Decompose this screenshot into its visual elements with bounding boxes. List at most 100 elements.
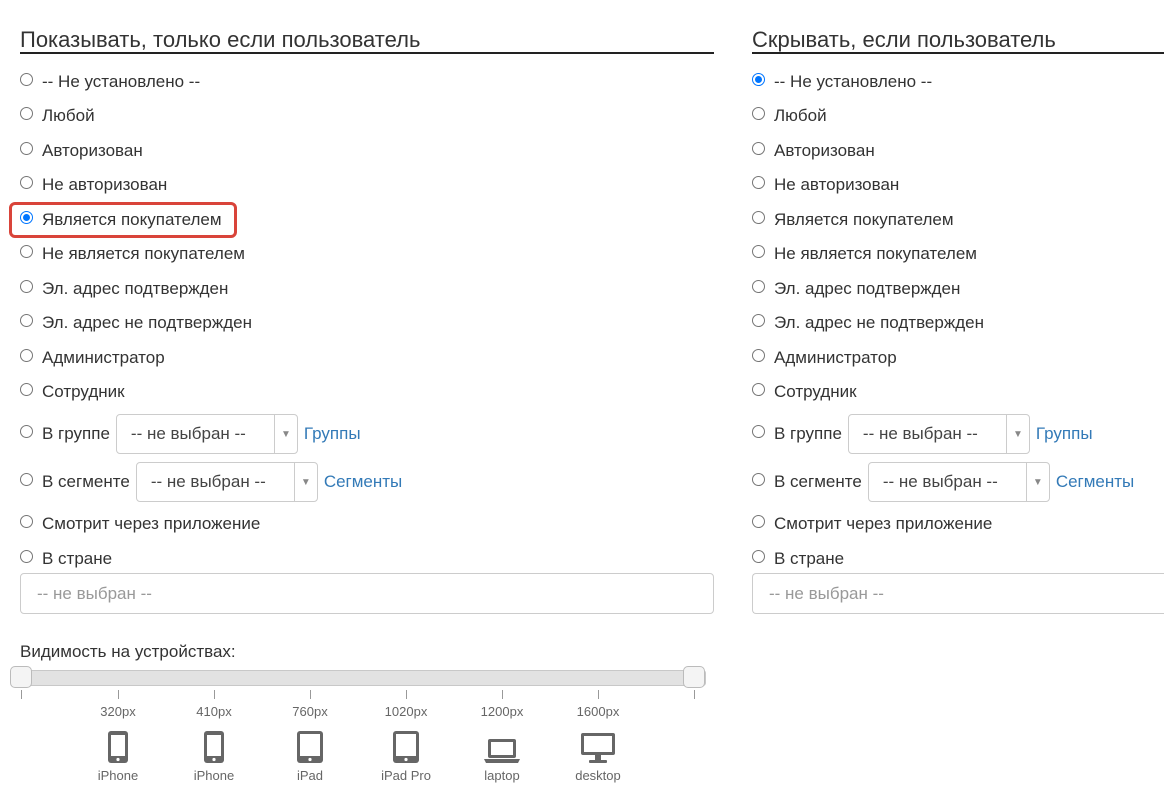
segment-select[interactable]: -- не выбран -- ▼ <box>135 462 318 502</box>
country-select[interactable]: -- не выбран -- <box>752 573 1164 614</box>
radio-option[interactable]: Сотрудник <box>752 380 857 404</box>
group-select[interactable]: -- не выбран -- ▼ <box>115 414 298 454</box>
radio-option[interactable]: Эл. адрес подтвержден <box>752 277 960 301</box>
radio-button[interactable] <box>20 72 33 86</box>
radio-option[interactable]: Любой <box>20 104 95 128</box>
slider-tick <box>310 690 311 699</box>
segments-link[interactable]: Сегменты <box>324 472 402 492</box>
groups-link[interactable]: Группы <box>1036 424 1093 444</box>
slider-tick <box>118 690 119 699</box>
radio-label: Любой <box>774 106 827 125</box>
device-laptop: 1200px laptop <box>462 704 542 783</box>
radio-button[interactable] <box>20 313 33 327</box>
radio-option[interactable]: Смотрит через приложение <box>20 512 260 536</box>
radio-option-group[interactable]: В группе -- не выбран -- ▼ Группы <box>20 413 361 455</box>
chevron-down-icon[interactable]: ▼ <box>273 415 297 453</box>
radio-option[interactable]: Не является покупателем <box>752 242 977 266</box>
radio-button[interactable] <box>20 244 33 258</box>
device-name: desktop <box>575 768 621 783</box>
radio-button[interactable] <box>752 472 765 486</box>
radio-button[interactable] <box>752 141 765 155</box>
radio-button[interactable] <box>752 244 765 258</box>
desktop-icon <box>558 726 638 764</box>
country-select[interactable]: -- не выбран -- <box>20 573 714 614</box>
groups-link[interactable]: Группы <box>304 424 361 444</box>
radio-button[interactable] <box>20 348 33 362</box>
radio-option[interactable]: Не авторизован <box>752 173 899 197</box>
radio-option[interactable]: Авторизован <box>20 139 143 163</box>
highlight-frame <box>9 202 237 238</box>
title-divider <box>752 52 1164 54</box>
radio-label: Сотрудник <box>774 382 857 401</box>
radio-label: Эл. адрес подтвержден <box>42 279 229 298</box>
radio-button[interactable] <box>752 210 765 224</box>
radio-label: В группе <box>774 424 842 443</box>
chevron-down-icon[interactable]: ▼ <box>293 463 317 501</box>
device-width-label: 1200px <box>480 704 524 719</box>
radio-label: Эл. адрес подтвержден <box>774 279 961 298</box>
radio-option[interactable]: Администратор <box>752 346 897 370</box>
radio-label: -- Не установлено -- <box>42 72 201 91</box>
laptop-icon <box>462 726 542 764</box>
radio-button-checked[interactable] <box>752 72 765 86</box>
device-iphone-large: 410px iPhone <box>174 704 254 783</box>
segment-select[interactable]: -- не выбран -- ▼ <box>867 462 1050 502</box>
radio-button[interactable] <box>752 313 765 327</box>
radio-option-segment[interactable]: В сегменте -- не выбран -- ▼ Сегменты <box>752 461 1134 503</box>
radio-label: -- Не установлено -- <box>774 72 933 91</box>
radio-button[interactable] <box>20 514 33 528</box>
radio-option[interactable]: В стране <box>20 547 112 571</box>
radio-option[interactable]: Является покупателем <box>752 208 954 232</box>
chevron-down-icon[interactable]: ▼ <box>1025 463 1049 501</box>
radio-option[interactable]: В стране <box>752 547 844 571</box>
radio-option[interactable]: Эл. адрес не подтвержден <box>20 311 252 335</box>
radio-button[interactable] <box>752 382 765 396</box>
radio-button[interactable] <box>20 175 33 189</box>
radio-option[interactable]: Смотрит через приложение <box>752 512 992 536</box>
radio-option[interactable]: Эл. адрес подтвержден <box>20 277 228 301</box>
slider-tick <box>502 690 503 699</box>
device-iphone-small: 320px iPhone <box>78 704 158 783</box>
radio-button[interactable] <box>20 424 33 438</box>
radio-button[interactable] <box>752 106 765 120</box>
radio-button[interactable] <box>20 382 33 396</box>
radio-option-selected[interactable]: -- Не установлено -- <box>752 70 932 94</box>
device-width-label: 1020px <box>384 704 428 719</box>
phone-icon <box>174 726 254 764</box>
radio-option-group[interactable]: В группе -- не выбран -- ▼ Группы <box>752 413 1093 455</box>
radio-option[interactable]: Не авторизован <box>20 173 167 197</box>
radio-label: Администратор <box>42 348 165 367</box>
radio-button[interactable] <box>20 472 33 486</box>
radio-option-segment[interactable]: В сегменте -- не выбран -- ▼ Сегменты <box>20 461 402 503</box>
device-range-slider[interactable] <box>20 670 706 686</box>
chevron-down-icon[interactable]: ▼ <box>1005 415 1029 453</box>
device-width-label: 410px <box>196 704 232 719</box>
radio-button[interactable] <box>20 549 33 563</box>
group-select[interactable]: -- не выбран -- ▼ <box>847 414 1030 454</box>
slider-handle-min[interactable] <box>10 666 32 688</box>
radio-option[interactable]: Не является покупателем <box>20 242 245 266</box>
radio-label: Не авторизован <box>42 175 168 194</box>
radio-button[interactable] <box>20 279 33 293</box>
tablet-icon <box>270 726 350 764</box>
slider-handle-max[interactable] <box>683 666 705 688</box>
radio-button[interactable] <box>752 175 765 189</box>
radio-label: Авторизован <box>42 141 143 160</box>
radio-option[interactable]: Эл. адрес не подтвержден <box>752 311 984 335</box>
radio-option[interactable]: Авторизован <box>752 139 875 163</box>
radio-label: Не является покупателем <box>774 244 977 263</box>
radio-button[interactable] <box>752 514 765 528</box>
radio-option[interactable]: -- Не установлено -- <box>20 70 200 94</box>
radio-button[interactable] <box>752 279 765 293</box>
radio-button[interactable] <box>20 106 33 120</box>
radio-button[interactable] <box>20 141 33 155</box>
segments-link[interactable]: Сегменты <box>1056 472 1134 492</box>
radio-button[interactable] <box>752 549 765 563</box>
radio-option[interactable]: Любой <box>752 104 827 128</box>
radio-button[interactable] <box>752 424 765 438</box>
device-name: laptop <box>484 768 520 783</box>
radio-option[interactable]: Сотрудник <box>20 380 125 404</box>
radio-option[interactable]: Администратор <box>20 346 165 370</box>
radio-button[interactable] <box>752 348 765 362</box>
radio-label: В сегменте <box>42 472 130 491</box>
